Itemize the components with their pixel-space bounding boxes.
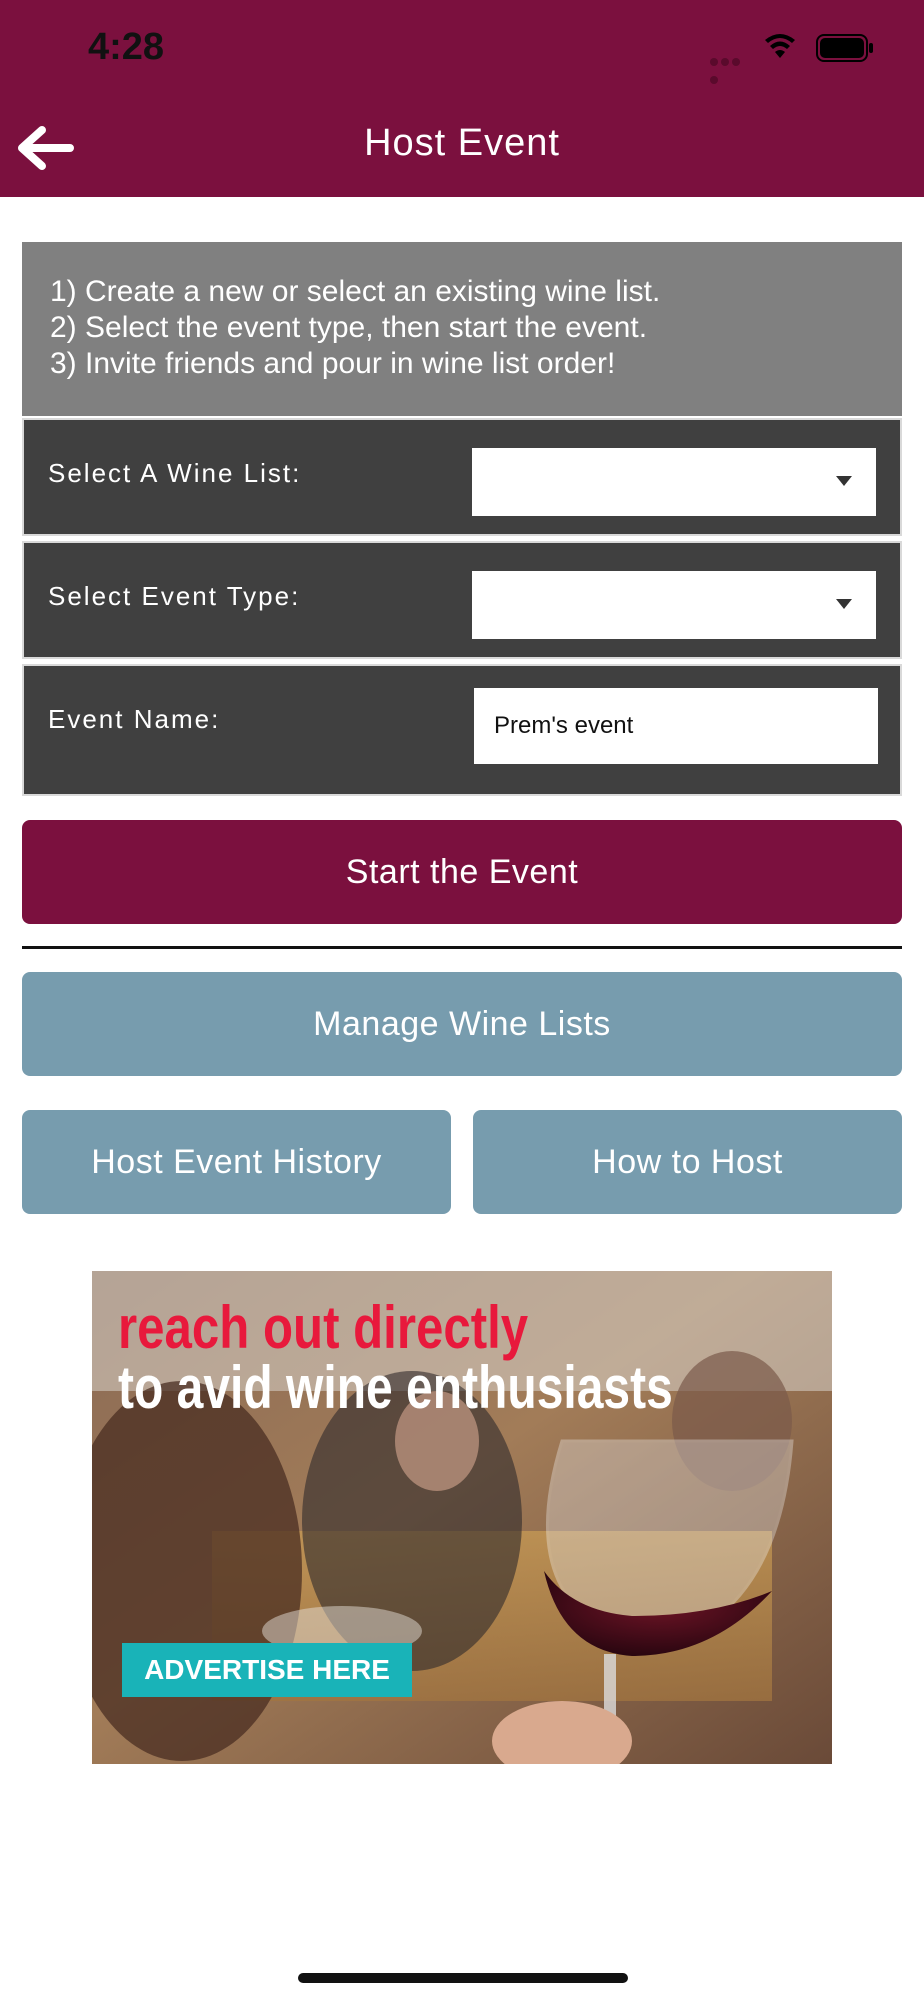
instruction-line: 2) Select the event type, then start the… — [50, 311, 648, 344]
wine-list-row: Select A Wine List: — [22, 418, 902, 536]
instruction-line: 1) Create a new or select an existing wi… — [50, 275, 661, 308]
instruction-line: 3) Invite friends and pour in wine list … — [50, 347, 616, 380]
event-type-label: Select Event Type: — [48, 581, 301, 611]
event-name-label: Event Name: — [48, 704, 221, 734]
event-name-input[interactable] — [474, 688, 878, 764]
event-name-row: Event Name: — [22, 664, 902, 796]
wifi-icon — [765, 34, 795, 58]
ad-headline-red: reach out directly — [118, 1294, 529, 1361]
cellular-signal-icon — [710, 53, 752, 84]
section-divider — [22, 946, 902, 949]
wine-list-select[interactable] — [472, 448, 876, 516]
manage-wine-lists-button[interactable]: Manage Wine Lists — [22, 972, 902, 1076]
wine-list-label: Select A Wine List: — [48, 458, 302, 488]
advertisement-banner[interactable]: reach out directly to avid wine enthusia… — [92, 1271, 832, 1764]
event-type-row: Select Event Type: — [22, 541, 902, 659]
start-event-button[interactable]: Start the Event — [22, 820, 902, 924]
event-type-select[interactable] — [472, 571, 876, 639]
host-event-history-button[interactable]: Host Event History — [22, 1110, 451, 1214]
page-title: Host Event — [364, 122, 560, 164]
status-time: 4:28 — [88, 26, 165, 68]
ad-headline-white: to avid wine enthusiasts — [118, 1354, 673, 1421]
app-header: 4:28 Host Event — [0, 0, 924, 197]
battery-icon — [816, 34, 873, 62]
instructions-panel: 1) Create a new or select an existing wi… — [22, 242, 902, 416]
home-indicator — [298, 1973, 628, 1983]
dropdown-caret-icon — [836, 599, 852, 609]
dropdown-caret-icon — [836, 476, 852, 486]
advertise-here-cta: ADVERTISE HERE — [144, 1654, 390, 1685]
how-to-host-button[interactable]: How to Host — [473, 1110, 902, 1214]
